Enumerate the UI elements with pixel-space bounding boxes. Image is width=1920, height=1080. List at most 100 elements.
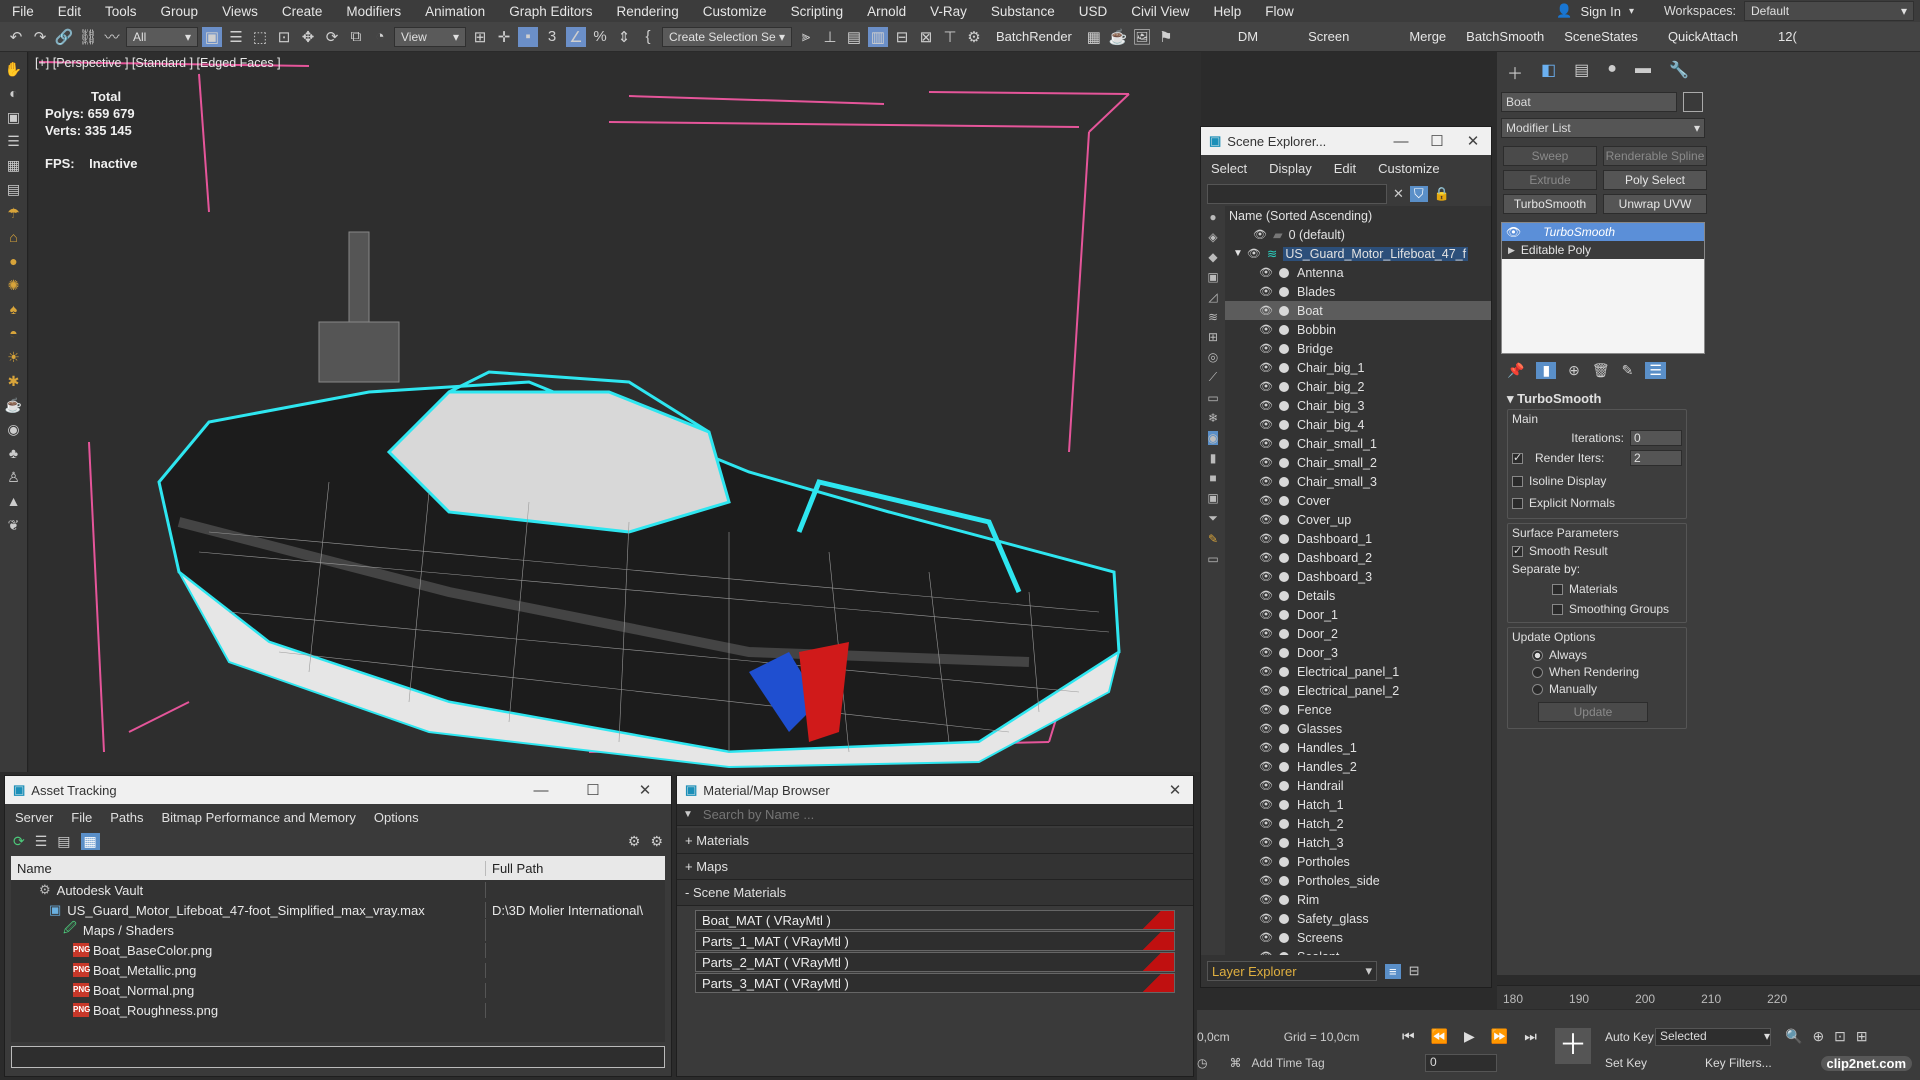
menu-scripting[interactable]: Scripting — [779, 4, 856, 19]
scene-states-button[interactable]: SceneStates — [1556, 29, 1646, 44]
xref-filter-icon[interactable]: ◎ — [1208, 350, 1218, 364]
render-iters-spinner[interactable]: 2 — [1630, 450, 1682, 466]
orbit-icon[interactable]: ◐ — [5, 84, 23, 102]
display-tab-icon[interactable]: ▬ — [1635, 60, 1651, 84]
scene-explorer-titlebar[interactable]: ▣ Scene Explorer... — ☐ ✕ — [1201, 127, 1491, 155]
list-icon[interactable]: ☰ — [5, 132, 23, 150]
tree-row-object[interactable]: 👁 Blades — [1225, 282, 1491, 301]
make-unique-icon[interactable]: ⊕ — [1568, 362, 1580, 379]
selected-dropdown[interactable]: Selected ▾ — [1655, 1028, 1771, 1046]
tree-row-object[interactable]: 👁 Boat — [1225, 301, 1491, 320]
menu-graph-editors[interactable]: Graph Editors — [497, 4, 604, 19]
configure-list-icon[interactable]: ☰ — [1645, 362, 1666, 379]
workspaces-dropdown[interactable]: Default ▾ — [1744, 1, 1914, 21]
menu-views[interactable]: Views — [210, 4, 270, 19]
scale-icon[interactable]: ⧉ — [346, 27, 366, 47]
scene-material-item[interactable]: Boat_MAT ( VRayMtl ) — [695, 910, 1175, 930]
camera-filter-icon[interactable]: ▣ — [1207, 270, 1218, 284]
tree-row-object[interactable]: 👁 Handrail — [1225, 776, 1491, 795]
window-crossing-icon[interactable]: ⊡ — [274, 27, 294, 47]
at-menu-server[interactable]: Server — [15, 810, 53, 825]
render-production-icon[interactable]: ☕ — [1108, 27, 1128, 47]
help-icon[interactable]: ⚙ — [628, 833, 641, 850]
chevron-down-icon[interactable]: ▼ — [683, 809, 693, 820]
clear-search-icon[interactable]: ✕ — [1393, 186, 1404, 202]
modifier-button-extrude[interactable]: Extrude — [1503, 170, 1597, 190]
none-filter-icon[interactable]: ■ — [1209, 471, 1216, 485]
frame-field[interactable]: 0 — [1425, 1054, 1497, 1072]
layers-icon[interactable]: ▭ — [1207, 552, 1218, 566]
teapot-icon[interactable]: ☕ — [5, 396, 23, 414]
snap-3d-icon[interactable]: 3 — [542, 27, 562, 47]
show-end-result-icon[interactable]: ▮ — [1536, 362, 1557, 379]
se-menu-edit[interactable]: Edit — [1334, 161, 1356, 176]
smoothing-groups-checkbox[interactable] — [1552, 604, 1563, 616]
container-filter-icon[interactable]: ▭ — [1207, 391, 1218, 405]
tree-row-object[interactable]: 👁 Dashboard_2 — [1225, 548, 1491, 567]
explicit-normals-checkbox[interactable] — [1512, 498, 1523, 510]
tree-row-object[interactable]: 👁 Door_2 — [1225, 624, 1491, 643]
close-icon[interactable]: ✕ — [619, 781, 671, 799]
key-filters-button[interactable]: Key Filters... — [1705, 1056, 1772, 1070]
scene-material-item[interactable]: Parts_3_MAT ( VRayMtl ) — [695, 973, 1175, 993]
tree-row-object[interactable]: 👁 Electrical_panel_2 — [1225, 681, 1491, 700]
merge-button[interactable]: Merge — [1401, 29, 1454, 44]
sort-mode-icon[interactable]: ⊟ — [1409, 963, 1420, 979]
eye-icon[interactable]: 👁 — [1259, 589, 1273, 602]
funnel-icon[interactable]: ⏷ — [1208, 511, 1218, 526]
col-name[interactable]: Name — [11, 860, 486, 876]
spacewarp-filter-icon[interactable]: ≋ — [1208, 310, 1218, 324]
material-search-input[interactable] — [702, 807, 1153, 822]
eye-icon[interactable]: 👁 — [1259, 342, 1273, 355]
figure-icon[interactable]: ♙ — [5, 468, 23, 486]
hand-icon[interactable]: ✋ — [5, 60, 23, 78]
eye-icon[interactable]: 👁 — [1259, 760, 1273, 773]
group-filter-icon[interactable]: ⊞ — [1208, 330, 1218, 344]
maximize-icon[interactable]: ☐ — [567, 781, 619, 799]
zoom-icon[interactable]: 🔍 — [1785, 1028, 1802, 1045]
modify-tab-icon[interactable]: ◧ — [1541, 60, 1556, 84]
hierarchy-tab-icon[interactable]: ▤ — [1574, 60, 1589, 84]
keyboard-shortcut-icon[interactable]: ▪ — [518, 26, 538, 47]
tree-row-object[interactable]: 👁 Chair_big_1 — [1225, 358, 1491, 377]
tree-row-object[interactable]: 👁 Safety_glass — [1225, 909, 1491, 928]
manually-radio[interactable] — [1532, 684, 1543, 696]
eye-icon[interactable]: 👁 — [1259, 722, 1273, 735]
tree-row-object[interactable]: 👁 Details — [1225, 586, 1491, 605]
tree-row-model-layer[interactable]: ▼ 👁 ≋ US_Guard_Motor_Lifeboat_47_f — [1225, 244, 1491, 263]
motion-tab-icon[interactable]: ● — [1607, 60, 1617, 84]
se-menu-display[interactable]: Display — [1269, 161, 1312, 176]
tree-row-object[interactable]: 👁 Bridge — [1225, 339, 1491, 358]
close-icon[interactable]: ✕ — [1455, 132, 1491, 150]
plant-icon[interactable]: ❦ — [5, 516, 23, 534]
iterations-spinner[interactable]: 0 — [1630, 430, 1682, 446]
place-icon[interactable]: ◔ — [370, 27, 390, 47]
render-frame-icon[interactable]: ▦ — [1084, 27, 1104, 47]
asset-row[interactable]: PNG Boat_BaseColor.png — [11, 940, 665, 960]
all-filter-icon[interactable]: ▮ — [1210, 451, 1217, 465]
tree-row-object[interactable]: 👁 Portholes — [1225, 852, 1491, 871]
eye-icon[interactable]: 👁 — [1259, 380, 1273, 393]
shape-icon[interactable]: ▤ — [5, 180, 23, 198]
align-icon[interactable]: ⊥ — [820, 27, 840, 47]
isoline-row[interactable]: Isoline Display — [1512, 474, 1682, 488]
menu-animation[interactable]: Animation — [413, 4, 497, 19]
always-radio[interactable] — [1532, 650, 1543, 662]
when-rendering-radio[interactable] — [1532, 667, 1543, 679]
tree-row-object[interactable]: 👁 Glasses — [1225, 719, 1491, 738]
terrain-icon[interactable]: ▲ — [5, 492, 23, 510]
menu-rendering[interactable]: Rendering — [605, 4, 691, 19]
isoline-checkbox[interactable] — [1512, 476, 1523, 488]
add-time-tag-button[interactable]: Add Time Tag — [1251, 1056, 1324, 1070]
se-menu-customize[interactable]: Customize — [1378, 161, 1439, 176]
menu-v-ray[interactable]: V-Ray — [918, 4, 979, 19]
helper-filter-icon[interactable]: ◿ — [1208, 290, 1217, 304]
tree-row-object[interactable]: 👁 Handles_2 — [1225, 757, 1491, 776]
batch-render-button[interactable]: BatchRender — [988, 29, 1080, 44]
smooth-result-checkbox[interactable] — [1512, 544, 1523, 558]
eye-icon[interactable]: 👁 — [1259, 646, 1273, 659]
next-frame-icon[interactable]: ⏩ — [1491, 1028, 1508, 1045]
eye-icon[interactable]: 👁 — [1259, 399, 1273, 412]
batch-smooth-button[interactable]: BatchSmooth — [1458, 29, 1552, 44]
menu-tools[interactable]: Tools — [93, 4, 149, 19]
